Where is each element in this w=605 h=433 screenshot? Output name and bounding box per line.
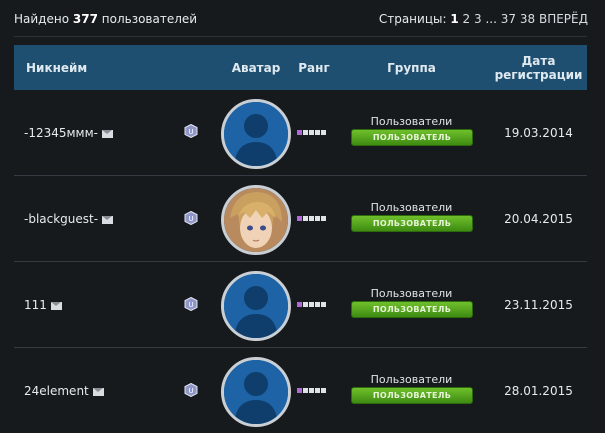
group-badge-button[interactable]: ПОЛЬЗОВАТЕЛЬ — [351, 129, 473, 146]
rank-indicator — [297, 216, 328, 221]
nickname-cell: 24element — [24, 348, 104, 433]
page-current: 1 — [450, 12, 459, 26]
mail-icon[interactable] — [102, 129, 113, 138]
table-row: 24element U Пользователи ПОЛЬЗОВАТЕЛЬ 28… — [14, 348, 587, 433]
svg-text:U: U — [188, 215, 193, 223]
mail-icon[interactable] — [102, 215, 114, 224]
group-label: Пользователи — [370, 373, 453, 386]
shield-status-icon: U — [184, 124, 198, 138]
column-rank: Ранг — [298, 60, 330, 75]
mail-icon[interactable] — [92, 387, 104, 396]
registration-date: 23.11.2015 — [504, 298, 573, 312]
rank-indicator — [297, 130, 328, 135]
rank-indicator — [297, 388, 328, 393]
svg-text:U: U — [188, 387, 193, 395]
avatar[interactable] — [221, 185, 291, 255]
column-regdate[interactable]: Дата регистрации — [490, 45, 587, 90]
default-avatar-icon — [224, 274, 288, 338]
anime-character-avatar-icon — [224, 188, 288, 252]
column-regdate-line2: регистрации — [494, 67, 583, 82]
shield-status-icon: U — [184, 383, 198, 397]
nickname-link[interactable]: -12345ммм- — [24, 126, 98, 140]
column-group[interactable]: Группа — [344, 45, 479, 90]
column-avatar: Аватар — [231, 60, 281, 75]
group-badge-button[interactable]: ПОЛЬЗОВАТЕЛЬ — [351, 215, 473, 232]
group-badge-button[interactable]: ПОЛЬЗОВАТЕЛЬ — [351, 301, 473, 318]
mail-icon[interactable] — [50, 301, 62, 310]
group-label: Пользователи — [370, 115, 453, 128]
shield-status-icon: U — [184, 211, 198, 225]
nickname-cell: -12345ммм- — [24, 90, 113, 175]
page-next-link[interactable]: ВПЕРЁД — [539, 12, 588, 26]
avatar[interactable] — [221, 357, 291, 427]
shield-status-icon: U — [184, 297, 198, 311]
column-regdate-line1: Дата — [521, 53, 556, 68]
page-link-3[interactable]: 3 — [474, 12, 482, 26]
pagination: Страницы: 1 2 3 ... 37 38 ВПЕРЁД — [379, 12, 588, 26]
nickname-cell: -blackguest- — [24, 176, 114, 261]
default-avatar-icon — [224, 360, 288, 424]
found-prefix: Найдено — [14, 12, 70, 26]
svg-text:U: U — [188, 128, 193, 136]
avatar[interactable] — [221, 271, 291, 341]
rank-indicator — [297, 302, 328, 307]
page-ellipsis: ... — [485, 12, 497, 26]
group-label: Пользователи — [370, 287, 453, 300]
svg-text:U: U — [188, 301, 193, 309]
avatar[interactable] — [221, 99, 291, 169]
nickname-link[interactable]: -blackguest- — [24, 212, 98, 226]
table-row: -blackguest- U Пользователи ПОЛЬЗОВАТЕЛЬ… — [14, 176, 587, 262]
registration-date: 20.04.2015 — [504, 212, 573, 226]
members-found-text: Найдено 377 пользователей — [14, 12, 197, 26]
page-link-37[interactable]: 37 — [501, 12, 516, 26]
table-row: -12345ммм- U Пользователи ПОЛЬЗОВАТЕЛЬ 1… — [14, 90, 587, 176]
registration-date: 19.03.2014 — [504, 126, 573, 140]
group-label: Пользователи — [370, 201, 453, 214]
nickname-link[interactable]: 24element — [24, 384, 89, 398]
default-avatar-icon — [224, 102, 288, 166]
table-row: 111 U Пользователи ПОЛЬЗОВАТЕЛЬ 23.11.20… — [14, 262, 587, 348]
column-nickname[interactable]: Никнейм — [26, 45, 87, 90]
nickname-link[interactable]: 111 — [24, 298, 47, 312]
group-badge-button[interactable]: ПОЛЬЗОВАТЕЛЬ — [351, 387, 473, 404]
found-count: 377 — [72, 12, 98, 26]
top-divider — [14, 36, 587, 37]
table-header: Никнейм Аватар Ранг Группа Дата регистра… — [14, 45, 587, 90]
found-suffix: пользователей — [101, 12, 198, 26]
page-link-38[interactable]: 38 — [520, 12, 535, 26]
member-list-topbar: Найдено 377 пользователей Страницы: 1 2 … — [0, 0, 605, 34]
page-link-2[interactable]: 2 — [463, 12, 471, 26]
registration-date: 28.01.2015 — [504, 384, 573, 398]
pages-label: Страницы: — [378, 12, 447, 26]
nickname-cell: 111 — [24, 262, 62, 347]
